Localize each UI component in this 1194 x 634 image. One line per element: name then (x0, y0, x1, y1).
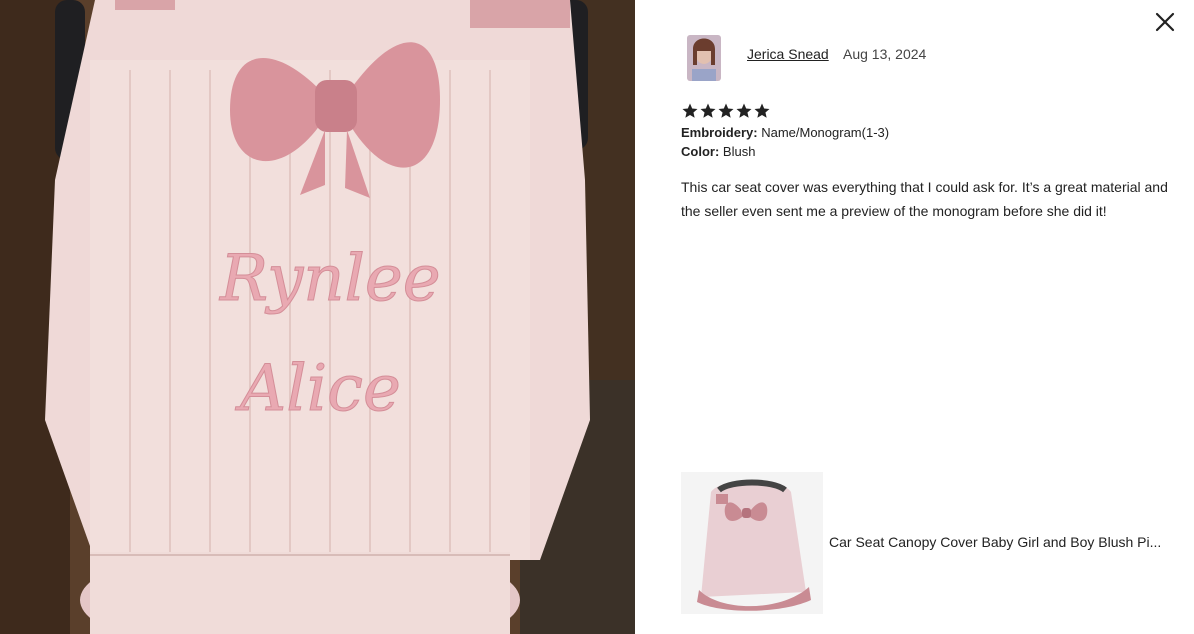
star-icon (736, 103, 752, 118)
star-rating (681, 102, 771, 120)
reviewer-name-link[interactable]: Jerica Snead (747, 46, 829, 62)
embroidered-name-line1: Rynlee (219, 242, 441, 316)
review-photo: Rynlee Alice (0, 0, 635, 634)
product-title-link[interactable]: Car Seat Canopy Cover Baby Girl and Boy … (829, 534, 1179, 550)
embroidery-label: Embroidery: (681, 125, 758, 140)
product-thumbnail[interactable] (681, 472, 823, 614)
reviewer-avatar[interactable] (687, 35, 721, 81)
star-icon (700, 103, 716, 118)
star-icon (682, 103, 698, 118)
color-label: Color: (681, 144, 720, 159)
color-attribute: Color: Blush (681, 144, 755, 159)
color-value: Blush (722, 144, 756, 159)
review-date: Aug 13, 2024 (843, 46, 927, 62)
embroidery-attribute: Embroidery: Name/Monogram(1-3) (681, 125, 889, 140)
embroidered-name-line2: Alice (235, 352, 401, 426)
review-panel: Jerica Snead Aug 13, 2024 Embroidery: Na… (635, 0, 1194, 634)
star-icon (718, 103, 734, 118)
star-icon (754, 103, 770, 118)
close-button[interactable] (1154, 11, 1176, 33)
close-icon[interactable] (1154, 11, 1176, 33)
embroidery-value: Name/Monogram(1-3) (761, 125, 890, 140)
review-text: This car seat cover was everything that … (681, 179, 1168, 219)
